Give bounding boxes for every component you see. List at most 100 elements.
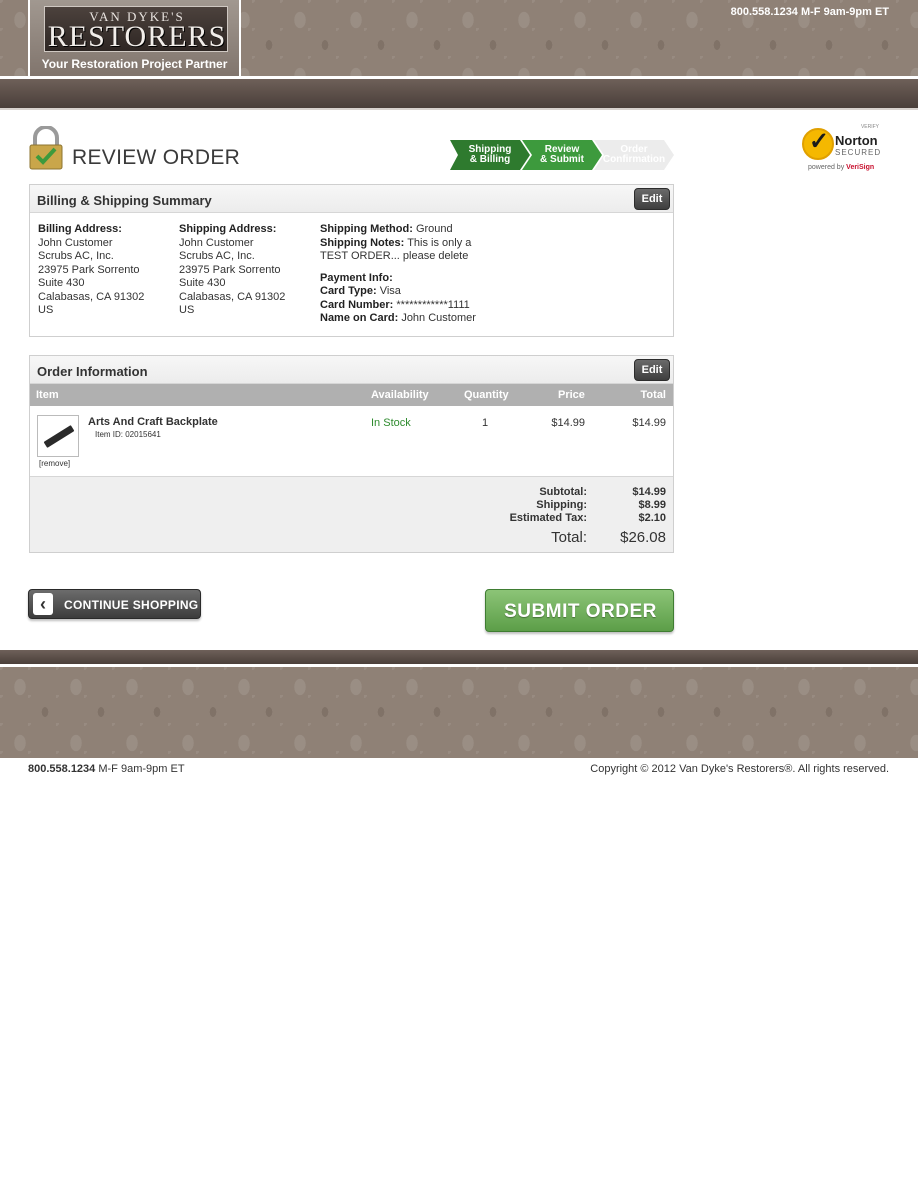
column-header-price: Price	[558, 389, 585, 401]
card-name-value: John Customer	[401, 312, 476, 324]
address-line: Scrubs AC, Inc.	[179, 250, 255, 262]
continue-shopping-button[interactable]: ‹ CONTINUE SHOPPING	[28, 589, 201, 619]
address-line: John Customer	[38, 236, 113, 249]
item-name[interactable]: Arts And Craft Backplate	[88, 416, 218, 428]
footer-pattern	[0, 667, 918, 758]
product-thumbnail[interactable]	[37, 415, 79, 457]
header-band	[0, 79, 918, 110]
submit-order-button[interactable]: SUBMIT ORDER	[485, 589, 674, 632]
shipping-cost-value: $8.99	[638, 499, 666, 511]
step-order-confirmation: Order Confirmation	[594, 140, 674, 170]
footer-phone-number: 800.558.1234	[28, 763, 96, 775]
footer-band	[0, 650, 918, 664]
address-line: Suite 430	[38, 277, 85, 289]
address-line: Suite 430	[179, 277, 226, 289]
item-price: $14.99	[551, 417, 585, 429]
step-label: & Submit	[540, 154, 584, 165]
footer-phone: 800.558.1234 M-F 9am-9pm ET	[28, 763, 185, 775]
panel-title: Billing & Shipping Summary	[37, 193, 212, 208]
norton-verisign: VeriSign	[846, 164, 875, 171]
card-name: Name on Card: John Customer	[320, 312, 476, 326]
norton-powered-by: powered by VeriSign	[808, 164, 874, 171]
step-review-submit: Review & Submit	[522, 140, 602, 170]
logo[interactable]: VAN DYKE'S RESTORERS Your Restoration Pr…	[28, 0, 241, 78]
checkout-progress: Shipping & Billing Review & Submit Order…	[450, 140, 676, 170]
address-line: 23975 Park Sorrento	[38, 263, 140, 276]
address-line: John Customer	[179, 236, 254, 249]
logo-main-text: RESTORERS	[47, 20, 227, 53]
edit-summary-button[interactable]: Edit	[634, 188, 670, 210]
norton-secured: SECURED	[835, 148, 882, 157]
address-line: Scrubs AC, Inc.	[38, 250, 114, 262]
address-line: 23975 Park Sorrento	[179, 263, 281, 276]
tax-value: $2.10	[638, 512, 666, 524]
billing-address: Billing Address: John Customer Scrubs AC…	[38, 223, 144, 318]
item-quantity: 1	[482, 417, 489, 429]
page-title: REVIEW ORDER	[72, 146, 241, 169]
column-header-quantity: Quantity	[464, 389, 509, 401]
footer-copyright: Copyright © 2012 Van Dyke's Restorers®. …	[590, 763, 889, 775]
shipping-notes-cont: TEST ORDER... please delete	[320, 250, 469, 262]
shipping-method-label: Shipping Method:	[320, 223, 413, 235]
card-type: Card Type: Visa	[320, 285, 476, 299]
card-type-value: Visa	[379, 285, 401, 297]
total-label: Total:	[551, 529, 587, 546]
shipping-method: Shipping Method: Ground	[320, 223, 476, 237]
shipping-heading: Shipping Address:	[179, 223, 277, 235]
billing-heading: Billing Address:	[38, 223, 122, 235]
norton-verify-text: VERIFY	[860, 124, 879, 130]
norton-name: Norton	[835, 133, 878, 148]
subtotal-label: Subtotal:	[539, 486, 587, 498]
table-header: Item Availability Quantity Price Total	[30, 384, 673, 406]
card-number-label: Card Number:	[320, 298, 394, 311]
item-availability: In Stock	[371, 417, 411, 429]
column-header-total: Total	[640, 389, 666, 401]
column-header-item: Item	[36, 389, 59, 401]
item-total: $14.99	[632, 417, 666, 429]
edit-order-button[interactable]: Edit	[634, 359, 670, 381]
backplate-image	[43, 425, 75, 448]
logo-tagline: Your Restoration Project Partner	[41, 57, 228, 71]
step-label: & Billing	[469, 154, 511, 165]
shipping-notes-value: This is only a	[407, 236, 472, 249]
panel-header: Order Information Edit	[30, 356, 673, 384]
checkmark-icon: ✓	[802, 128, 834, 160]
payment-heading: Payment Info:	[320, 271, 393, 284]
card-number: Card Number: ************1111	[320, 299, 476, 313]
lock-icon	[29, 126, 63, 170]
shipping-cost-label: Shipping:	[536, 499, 587, 511]
address-line: US	[179, 304, 195, 316]
logo-plate: VAN DYKE'S RESTORERS	[44, 6, 228, 53]
header-phone: 800.558.1234 M-F 9am-9pm ET	[730, 6, 889, 18]
footer-phone-hours: M-F 9am-9pm ET	[98, 763, 185, 775]
card-type-label: Card Type:	[320, 285, 377, 297]
shipping-method-value: Ground	[415, 223, 453, 235]
tax-label: Estimated Tax:	[509, 512, 587, 524]
shipping-payment-info: Shipping Method: Ground Shipping Notes: …	[320, 223, 476, 326]
shipping-address: Shipping Address: John Customer Scrubs A…	[179, 223, 285, 318]
continue-shopping-label: CONTINUE SHOPPING	[64, 598, 199, 612]
step-label: Confirmation	[602, 154, 666, 165]
column-header-availability: Availability	[371, 389, 429, 401]
chevron-left-icon: ‹	[33, 593, 53, 615]
address-line: Calabasas, CA 91302	[179, 290, 286, 303]
panel-header: Billing & Shipping Summary Edit	[30, 185, 673, 213]
item-id: Item ID: 02015641	[95, 430, 161, 439]
address-line: Calabasas, CA 91302	[38, 290, 145, 303]
submit-order-label: SUBMIT ORDER	[504, 601, 657, 622]
panel-title: Order Information	[37, 364, 148, 379]
shipping-notes-label: Shipping Notes:	[320, 236, 405, 249]
norton-seal[interactable]: VERIFY ✓ Norton SECURED powered by VeriS…	[801, 124, 889, 176]
shipping-notes: Shipping Notes: This is only a	[320, 237, 476, 251]
subtotal-value: $14.99	[632, 486, 666, 498]
total-value: $26.08	[620, 529, 666, 546]
remove-item-link[interactable]: [remove]	[39, 459, 70, 468]
site-header: VAN DYKE'S RESTORERS Your Restoration Pr…	[0, 0, 918, 78]
step-shipping-billing: Shipping & Billing	[450, 140, 530, 170]
address-line: US	[38, 304, 54, 316]
card-name-label: Name on Card:	[320, 312, 399, 324]
card-number-value: ************1111	[396, 298, 470, 311]
billing-shipping-summary: Billing & Shipping Summary Edit Billing …	[29, 184, 674, 337]
norton-powered-label: powered by	[808, 164, 845, 171]
